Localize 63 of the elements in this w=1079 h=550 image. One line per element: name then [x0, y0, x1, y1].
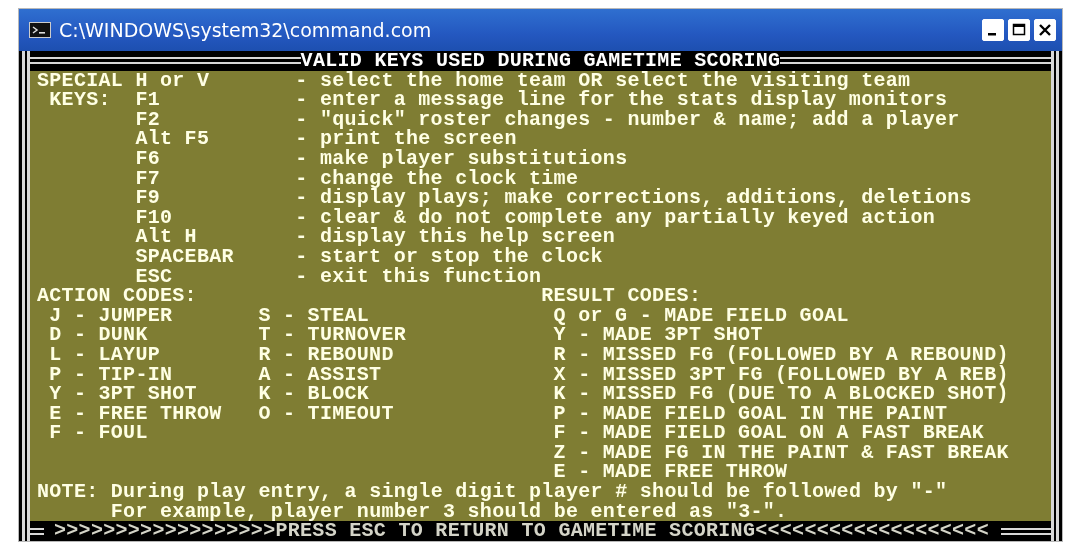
- result-code: E - MADE FREE THROW: [553, 462, 788, 483]
- close-icon: [1038, 23, 1052, 37]
- console-window-icon: [29, 22, 51, 38]
- key-name: F6: [135, 148, 161, 169]
- key-name: F1: [135, 90, 161, 110]
- key-name: H or V: [135, 70, 211, 91]
- footer-prompt: >>>>>>>>>>>>>>>>>>PRESS ESC TO RETURN TO GAMETIME SCORING<<<<<<<<<<<<<<<<<<<: [54, 521, 989, 541]
- key-name: F10: [135, 207, 174, 228]
- note-text: During play entry, a single digit player # should be followed by "-": [110, 482, 949, 502]
- action-code: A - ASSIST: [258, 364, 383, 385]
- result-code: Z - MADE FG IN THE PAINT & FAST BREAK: [553, 442, 1010, 463]
- section-heading: ACTION CODES:: [37, 286, 198, 306]
- window-title: C:\WINDOWS\system32\command.com: [59, 17, 432, 43]
- maximize-icon: [1012, 23, 1026, 36]
- key-description: - start or stop the clock: [295, 246, 604, 267]
- result-code: P - MADE FIELD GOAL IN THE PAINT: [553, 403, 948, 424]
- double-line: [1000, 527, 1051, 535]
- key-description: - display plays; make corrections, additions, deletions: [295, 188, 973, 208]
- key-description: - print the screen: [295, 129, 517, 149]
- section-heading: RESULT CODES:: [541, 286, 703, 306]
- result-code: K - MISSED FG (DUE TO A BLOCKED SHOT): [553, 384, 1010, 404]
- close-button[interactable]: [1034, 19, 1056, 41]
- action-code: P - TIP-IN: [49, 364, 174, 385]
- key-name: ESC: [135, 266, 174, 287]
- key-description: - "quick" roster changes - number & name; add a player: [295, 109, 961, 130]
- key-name: F9: [135, 188, 161, 208]
- key-description: - select the home team OR select the visiting team: [295, 70, 911, 91]
- result-code: R - MISSED FG (FOLLOWED BY A REBOUND): [553, 344, 1010, 365]
- action-code: F - FOUL: [49, 423, 149, 443]
- key-name: Alt F5: [135, 129, 211, 149]
- key-description: - change the clock time: [295, 168, 579, 189]
- result-code: Q or G - MADE FIELD GOAL: [553, 305, 850, 326]
- result-code: F - MADE FIELD GOAL ON A FAST BREAK: [553, 423, 986, 443]
- note-text: For example, player number 3 should be entered as "3-".: [110, 501, 789, 522]
- action-code: S - STEAL: [258, 305, 371, 326]
- section-label: KEYS:: [48, 90, 112, 110]
- action-code: R - REBOUND: [258, 344, 395, 365]
- key-name: SPACEBAR: [135, 246, 235, 267]
- key-name: F2: [135, 109, 160, 130]
- screen-heading: VALID KEYS USED DURING GAMETIME SCORING: [300, 51, 781, 71]
- section-label: SPECIAL: [37, 70, 125, 91]
- action-code: J - JUMPER: [49, 305, 174, 326]
- minimize-button[interactable]: [982, 19, 1004, 41]
- result-code: Y - MADE 3PT SHOT: [553, 325, 763, 345]
- action-code: T - TURNOVER: [258, 325, 407, 345]
- key-description: - clear & do not complete any partially keyed action: [295, 207, 936, 228]
- action-code: E - FREE THROW: [49, 403, 223, 424]
- maximize-button[interactable]: [1008, 19, 1030, 41]
- action-code: Y - 3PT SHOT: [49, 384, 198, 404]
- action-code: K - BLOCK: [258, 384, 371, 404]
- double-line: [30, 527, 44, 535]
- note-label: NOTE:: [37, 482, 100, 502]
- action-code: O - TIMEOUT: [258, 403, 395, 424]
- key-description: - enter a message line for the stats display monitors: [295, 90, 948, 110]
- key-description: - exit this function: [295, 266, 542, 287]
- key-name: F7: [135, 168, 161, 189]
- key-description: - make player substitutions: [295, 148, 629, 169]
- minimize-icon: [988, 33, 996, 36]
- action-code: L - LAYUP: [49, 344, 161, 365]
- action-code: D - DUNK: [49, 325, 149, 345]
- key-description: - display this help screen: [295, 227, 616, 247]
- result-code: X - MISSED 3PT FG (FOLLOWED BY A REB): [553, 364, 1010, 385]
- key-name: Alt H: [135, 227, 198, 247]
